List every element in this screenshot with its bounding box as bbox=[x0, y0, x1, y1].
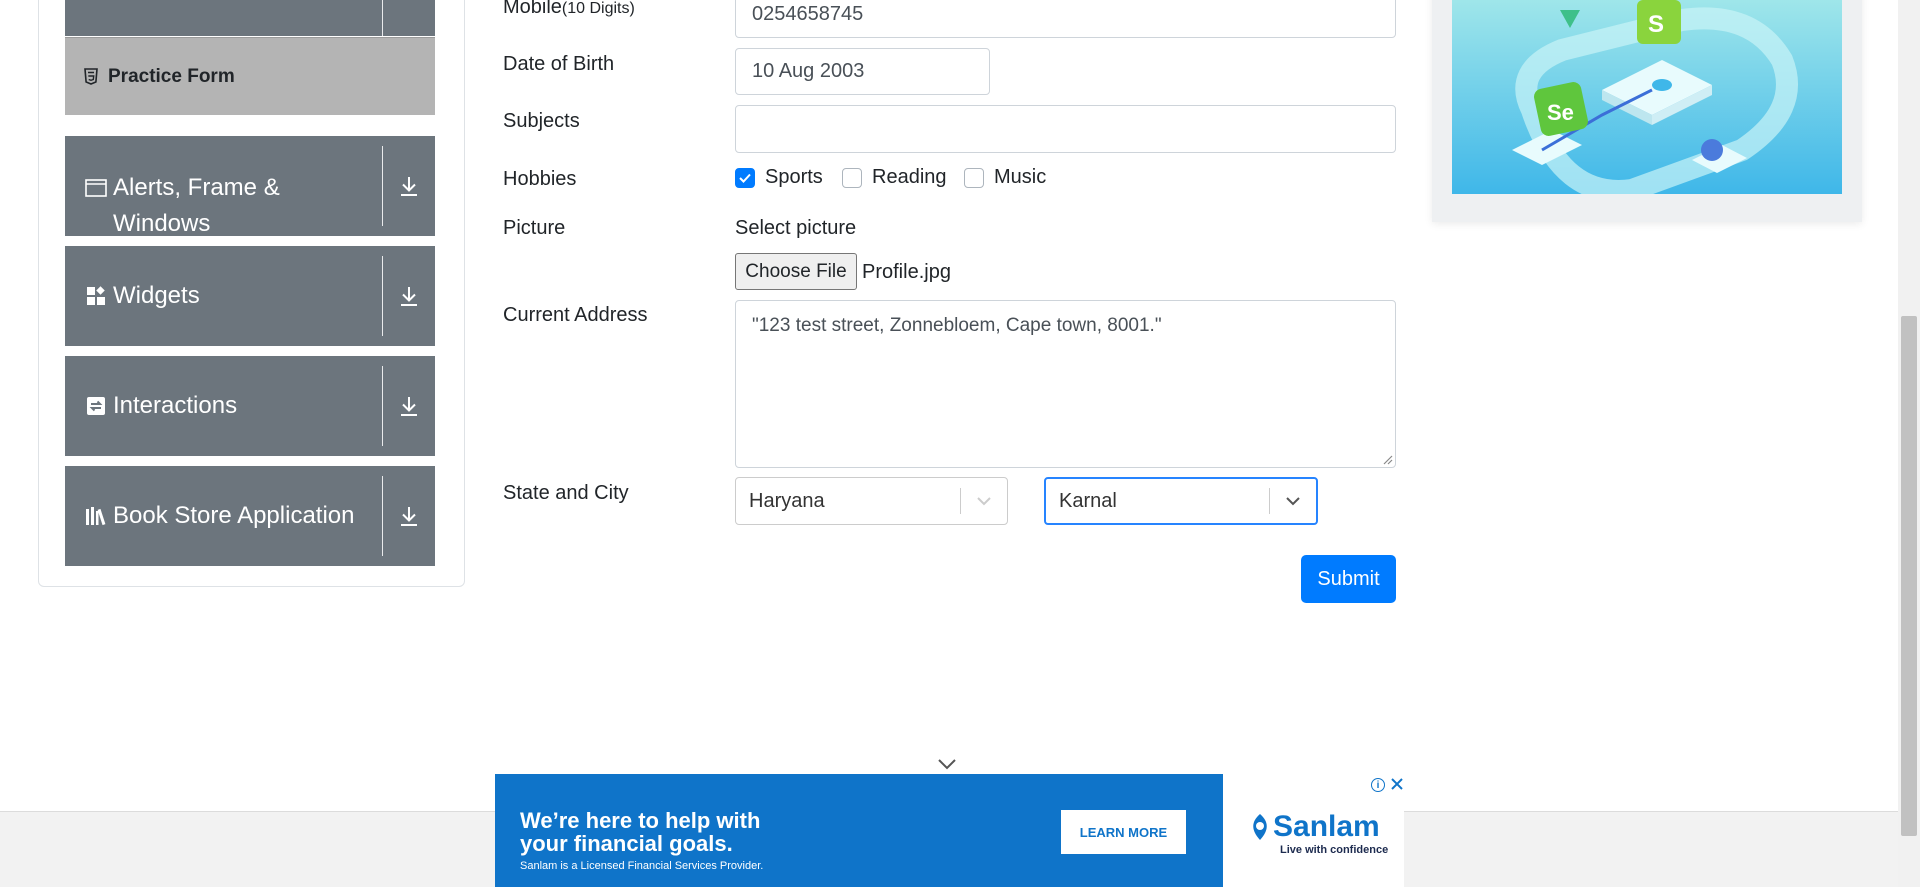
resize-handle-icon[interactable] bbox=[1381, 453, 1393, 465]
dob-label: Date of Birth bbox=[503, 53, 615, 75]
state-city-label: State and City bbox=[503, 482, 629, 504]
sidebar-group-top-partial[interactable] bbox=[65, 0, 435, 36]
sidebar-group-label-line1: Alerts, Frame & bbox=[113, 174, 280, 201]
window-icon bbox=[85, 177, 107, 199]
download-icon[interactable] bbox=[383, 136, 435, 236]
chevron-down-icon bbox=[1270, 496, 1316, 506]
advertisement-banner[interactable]: We’re here to help with your financial g… bbox=[495, 774, 1404, 887]
ad-collapse-chevron-icon[interactable] bbox=[936, 757, 958, 771]
ad-headline-line1: We’re here to help with bbox=[520, 808, 761, 833]
mobile-value: 0254658745 bbox=[752, 2, 864, 25]
hobby-label: Reading bbox=[872, 166, 947, 188]
picture-label: Picture bbox=[503, 217, 566, 239]
ad-headline: We’re here to help with your financial g… bbox=[520, 809, 820, 855]
ad-tagline: Live with confidence bbox=[1280, 844, 1389, 856]
selenium-illustration: Se S bbox=[1452, 0, 1842, 194]
sidebar-group-label-line2: Windows bbox=[113, 210, 211, 237]
ad-blue-panel: We’re here to help with your financial g… bbox=[495, 774, 1223, 887]
download-icon[interactable] bbox=[383, 466, 435, 566]
choose-file-button[interactable]: Choose File bbox=[735, 253, 857, 290]
sidebar-group-label: Interactions bbox=[113, 392, 238, 419]
sidebar-group-label: Book Store Application bbox=[113, 502, 355, 529]
ad-disclaimer: Sanlam is a Licensed Financial Services … bbox=[520, 860, 764, 872]
sidebar-group-book-store[interactable]: Book Store Application bbox=[65, 466, 435, 566]
widgets-icon bbox=[85, 285, 107, 307]
sidebar-item-practice-form[interactable]: Practice Form bbox=[65, 37, 435, 115]
scrollbar-thumb[interactable] bbox=[1901, 316, 1917, 836]
sidebar-item-label: Practice Form bbox=[108, 65, 235, 87]
submit-button[interactable]: Submit bbox=[1301, 555, 1396, 603]
ad-info-icon[interactable]: i bbox=[1371, 778, 1385, 792]
mobile-label-text: Mobile bbox=[503, 0, 562, 18]
city-select[interactable]: Karnal bbox=[1044, 477, 1318, 525]
dob-value: 10 Aug 2003 bbox=[752, 60, 865, 82]
current-address-textarea[interactable]: "123 test street, Zonnebloem, Cape town,… bbox=[735, 300, 1396, 468]
ad-learn-more-button[interactable]: LEARN MORE bbox=[1061, 810, 1186, 854]
selected-file-name: Profile.jpg bbox=[862, 261, 951, 283]
mobile-input[interactable]: 0254658745 bbox=[735, 0, 1396, 38]
sidebar-group-label: Alerts, Frame & Windows bbox=[113, 170, 280, 242]
ad-brand: Sanlam bbox=[1273, 810, 1380, 843]
hobbies-label: Hobbies bbox=[503, 168, 577, 190]
checkbox-icon bbox=[842, 167, 862, 188]
hobby-label: Music bbox=[994, 166, 1047, 188]
chevron-down-icon bbox=[961, 496, 1007, 506]
ad-cta-label: LEARN MORE bbox=[1079, 824, 1168, 840]
select-picture-label: Select picture bbox=[735, 217, 857, 239]
mobile-label: Mobile(10 Digits) bbox=[503, 0, 635, 19]
subjects-input[interactable] bbox=[735, 105, 1396, 153]
html5-icon bbox=[82, 68, 100, 86]
svg-text:S: S bbox=[1648, 11, 1664, 38]
checkbox-icon bbox=[964, 167, 984, 188]
state-select[interactable]: Haryana bbox=[735, 477, 1008, 525]
hobby-music-checkbox[interactable]: Music bbox=[964, 166, 1046, 189]
interactions-icon bbox=[85, 395, 107, 417]
subjects-label: Subjects bbox=[503, 110, 580, 132]
date-of-birth-input[interactable]: 10 Aug 2003 bbox=[735, 48, 990, 95]
hobby-sports-checkbox[interactable]: Sports bbox=[735, 166, 823, 189]
books-icon bbox=[85, 505, 107, 527]
download-icon[interactable] bbox=[383, 246, 435, 346]
sidebar-group-alerts[interactable]: Alerts, Frame & Windows bbox=[65, 136, 435, 237]
hobby-reading-checkbox[interactable]: Reading bbox=[842, 166, 947, 189]
course-banner[interactable]: Se S bbox=[1432, 0, 1862, 222]
sidebar-group-label: Widgets bbox=[113, 282, 200, 309]
current-address-label: Current Address bbox=[503, 304, 648, 326]
svg-text:Se: Se bbox=[1547, 100, 1574, 125]
city-value: Karnal bbox=[1059, 489, 1117, 512]
address-value: "123 test street, Zonnebloem, Cape town,… bbox=[752, 315, 1162, 336]
choose-file-label: Choose File bbox=[745, 260, 847, 282]
sanlam-logo: Sanlam bbox=[1247, 810, 1380, 844]
ad-close-icon[interactable] bbox=[1390, 777, 1404, 791]
ad-headline-line2: your financial goals. bbox=[520, 831, 733, 856]
mobile-hint: (10 Digits) bbox=[561, 0, 635, 17]
hobby-label: Sports bbox=[765, 166, 823, 188]
sanlam-shield-icon bbox=[1253, 814, 1267, 840]
state-value: Haryana bbox=[749, 489, 825, 512]
download-icon[interactable] bbox=[383, 356, 435, 456]
checkbox-checked-icon bbox=[735, 167, 755, 188]
sidebar-group-widgets[interactable]: Widgets bbox=[65, 246, 435, 346]
submit-label: Submit bbox=[1317, 567, 1380, 590]
sidebar-group-interactions[interactable]: Interactions bbox=[65, 356, 435, 456]
